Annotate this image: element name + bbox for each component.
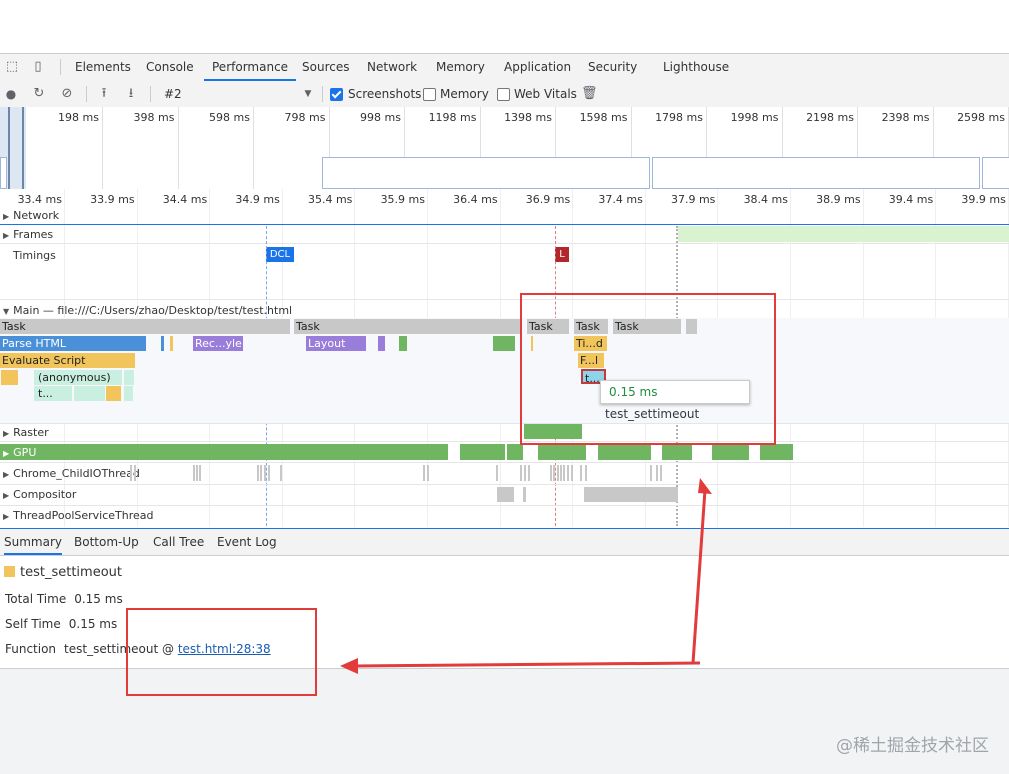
annotation-arrow-up [691,489,707,664]
annotation-arrowhead-left [340,658,358,674]
track-label: GPU [13,446,37,459]
expand-triangle-icon: ▶ [3,449,10,458]
track-gpu[interactable]: ▶ GPU [3,446,36,459]
annotation-arrow-left [354,661,701,668]
annotation-arrowhead-up [698,478,712,494]
annotation-arrows [340,478,712,674]
watermark: @稀土掘金技术社区 [836,736,989,756]
